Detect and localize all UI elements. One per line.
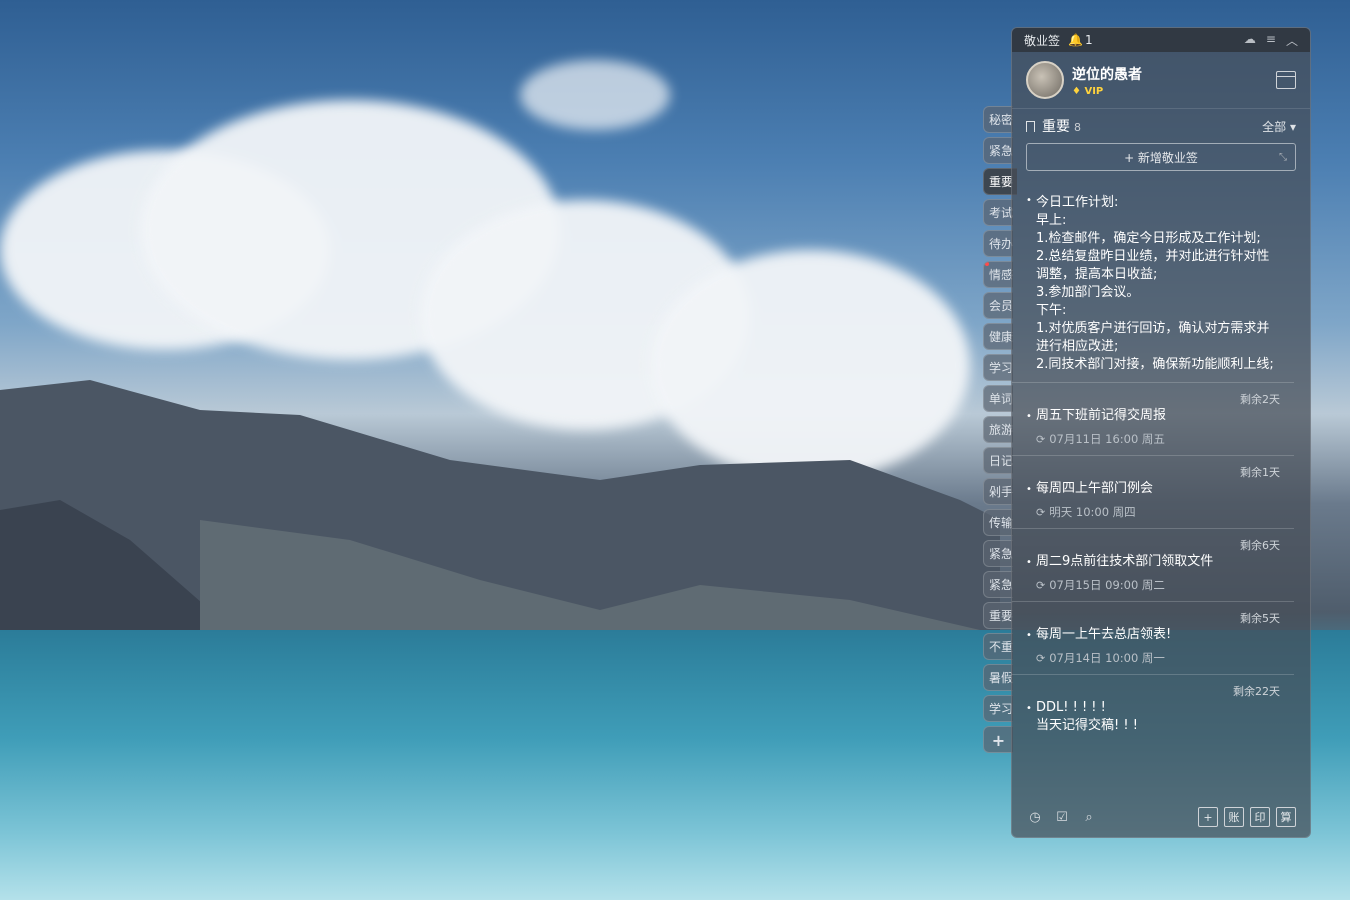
tab-5[interactable]: 情感 [983,261,1013,288]
user-profile: 逆位的愚者 ♦ VIP [1012,52,1310,109]
search-icon[interactable]: ⌕ [1080,808,1098,826]
remaining-days: 剩余22天 [1233,685,1280,698]
list-item[interactable]: 剩余5天 • 每周一上午去总店领表! ⟳ 07月14日 10:00 周一 [1012,602,1294,675]
tab-7[interactable]: 健康 [983,323,1013,350]
list-item[interactable]: 剩余6天 • 周二9点前往技术部门领取文件 ⟳ 07月15日 09:00 周二 [1012,529,1294,602]
notes-list: • 今日工作计划: 早上: 1.检查邮件，确定今日形成及工作计划; 2.总结复盘… [1012,188,1310,797]
sticky-note-panel: 敬业签 🔔 1 ☁ ≡ ︿ 逆位的愚者 ♦ VIP 重要 8 全部 ▾ + 新增… [1011,27,1311,838]
unread-dot [985,262,989,266]
tab-10[interactable]: 旅游 [983,416,1013,443]
bookmark-icon [1026,120,1035,132]
title-bar: 敬业签 🔔 1 ☁ ≡ ︿ [1012,28,1310,52]
add-icon-button[interactable]: + [1198,807,1218,827]
note-text: DDL! ! ! ! ! 当天记得交稿! ! ! [1036,700,1138,733]
note-text: 每周四上午部门例会 [1036,481,1154,496]
menu-icon[interactable]: ≡ [1266,32,1276,49]
tab-8[interactable]: 学习 [983,354,1013,381]
repeat-icon: ⟳ [1036,651,1046,665]
tab-13[interactable]: 传输 [983,509,1013,536]
list-name: 重要 [1042,119,1070,135]
cloud-sync-icon[interactable]: ☁ [1244,32,1256,49]
reminder-time: 07月14日 10:00 周一 [1049,651,1165,665]
calculator-button[interactable]: 算 [1276,807,1296,827]
check-calendar-icon[interactable]: ☑ [1053,808,1071,826]
list-item[interactable]: 剩余22天 • DDL! ! ! ! ! 当天记得交稿! ! ! [1012,675,1294,743]
bottom-toolbar: ◷ ☑ ⌕ + 账 印 算 [1012,797,1310,837]
tab-16[interactable]: 重要 [983,602,1013,629]
note-text: 今日工作计划: 早上: 1.检查邮件，确定今日形成及工作计划; 2.总结复盘昨日… [1036,195,1274,372]
repeat-icon: ⟳ [1036,432,1046,446]
tab-9[interactable]: 单词 [983,385,1013,412]
print-button[interactable]: 印 [1250,807,1270,827]
note-text: 周五下班前记得交周报 [1036,408,1167,423]
list-item[interactable]: 剩余2天 • 周五下班前记得交周报 ⟳ 07月11日 16:00 周五 [1012,383,1294,456]
remaining-days: 剩余5天 [1240,612,1280,625]
remaining-days: 剩余1天 [1240,466,1280,479]
account-button[interactable]: 账 [1224,807,1244,827]
tab-14[interactable]: 紧急 [983,540,1013,567]
tab-3[interactable]: 考试 [983,199,1013,226]
notification-count: 1 [1084,33,1093,47]
note-text: 周二9点前往技术部门领取文件 [1036,554,1214,569]
repeat-icon: ⟳ [1036,505,1046,519]
category-tabs: 秘密 紧急 重要 考试 待办 情感 会员 健康 学习 单词 旅游 日记 剁手 传… [983,106,1017,757]
calendar-icon[interactable] [1276,71,1296,89]
tab-12[interactable]: 剁手 [983,478,1013,505]
reminder-time: 07月11日 16:00 周五 [1049,432,1165,446]
expand-icon[interactable]: ⤡ [1279,152,1287,163]
add-tab-button[interactable]: + [983,726,1013,753]
list-header: 重要 8 全部 ▾ [1012,109,1310,143]
app-title: 敬业签 [1024,33,1061,48]
list-item[interactable]: 剩余1天 • 每周四上午部门例会 ⟳ 明天 10:00 周四 [1012,456,1294,529]
reminder-time: 07月15日 09:00 周二 [1049,578,1165,592]
list-item[interactable]: • 今日工作计划: 早上: 1.检查邮件，确定今日形成及工作计划; 2.总结复盘… [1012,188,1294,383]
user-name: 逆位的愚者 [1072,66,1142,83]
repeat-icon: ⟳ [1036,578,1046,592]
tab-15[interactable]: 紧急 [983,571,1013,598]
tab-4[interactable]: 待办 [983,230,1013,257]
filter-dropdown[interactable]: 全部 ▾ [1262,118,1296,135]
add-note-button[interactable]: + 新增敬业签 ⤡ [1026,143,1296,171]
tab-18[interactable]: 暑假 [983,664,1013,691]
remaining-days: 剩余6天 [1240,539,1280,552]
clock-icon[interactable]: ◷ [1026,808,1044,826]
list-count: 8 [1074,121,1081,134]
tab-17[interactable]: 不重 [983,633,1013,660]
chevron-up-icon[interactable]: ︿ [1286,32,1298,49]
tab-1[interactable]: 紧急 [983,137,1013,164]
tab-0[interactable]: 秘密 [983,106,1013,133]
remaining-days: 剩余2天 [1240,393,1280,406]
tab-11[interactable]: 日记 [983,447,1013,474]
avatar[interactable] [1026,61,1064,99]
tab-19[interactable]: 学习 [983,695,1013,722]
tab-6[interactable]: 会员 [983,292,1013,319]
reminder-time: 明天 10:00 周四 [1049,505,1136,519]
vip-badge: ♦ VIP [1072,85,1104,97]
bell-icon[interactable]: 🔔 [1068,33,1083,47]
note-text: 每周一上午去总店领表! [1036,627,1172,642]
